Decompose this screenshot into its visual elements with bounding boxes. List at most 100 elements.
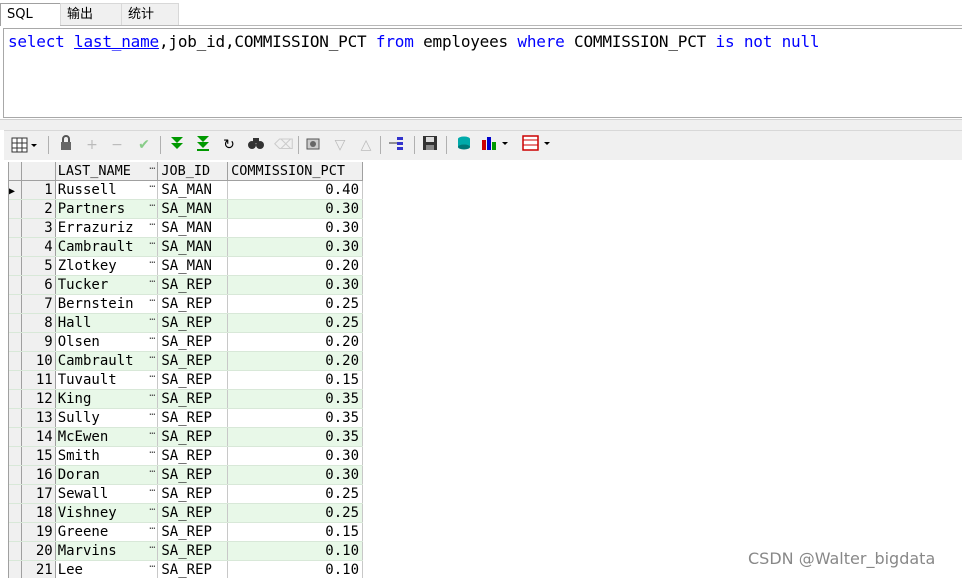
filter-up-icon[interactable]: △: [356, 135, 376, 155]
cell-commission-pct[interactable]: 0.30: [227, 237, 363, 257]
cell-commission-pct[interactable]: 0.25: [227, 484, 363, 504]
cell-job-id[interactable]: SA_REP: [157, 313, 229, 333]
cell-commission-pct[interactable]: 0.25: [227, 294, 363, 314]
row-indicator[interactable]: [9, 199, 22, 219]
cell-job-id[interactable]: SA_REP: [157, 332, 229, 352]
row-indicator[interactable]: [9, 389, 22, 409]
cell-ellipsis-button[interactable]: …: [149, 333, 155, 343]
cell-commission-pct[interactable]: 0.30: [227, 199, 363, 219]
cell-ellipsis-button[interactable]: …: [149, 523, 155, 533]
row-indicator[interactable]: [9, 465, 22, 485]
table-row[interactable]: 21 Lee … SA_REP 0.10: [9, 560, 363, 578]
cell-commission-pct[interactable]: 0.30: [227, 275, 363, 295]
cell-job-id[interactable]: SA_MAN: [157, 180, 229, 200]
splitter[interactable]: [0, 119, 962, 130]
row-indicator[interactable]: [9, 427, 22, 447]
cell-commission-pct[interactable]: 0.10: [227, 560, 363, 578]
cell-commission-pct[interactable]: 0.40: [227, 180, 363, 200]
cell-job-id[interactable]: SA_MAN: [157, 256, 229, 276]
cell-ellipsis-button[interactable]: …: [149, 485, 155, 495]
add-record-icon[interactable]: +: [82, 135, 102, 155]
cell-ellipsis-button[interactable]: …: [149, 219, 155, 229]
row-indicator[interactable]: [9, 484, 22, 504]
table-row[interactable]: 19 Greene … SA_REP 0.15: [9, 522, 363, 542]
cell-last-name[interactable]: McEwen…: [55, 427, 159, 447]
cell-ellipsis-button[interactable]: …: [149, 352, 155, 362]
cell-last-name[interactable]: Partners…: [55, 199, 159, 219]
cell-last-name[interactable]: Doran…: [55, 465, 159, 485]
cell-commission-pct[interactable]: 0.25: [227, 313, 363, 333]
table-row[interactable]: 12 King … SA_REP 0.35: [9, 389, 363, 409]
cell-last-name[interactable]: Greene…: [55, 522, 159, 542]
table-row[interactable]: 7 Bernstein … SA_REP 0.25: [9, 294, 363, 314]
cell-last-name[interactable]: Olsen…: [55, 332, 159, 352]
cell-ellipsis-button[interactable]: …: [149, 257, 155, 267]
result-grid[interactable]: LAST_NAME… JOB_ID COMMISSION_PCT ▶ 1 Russe…: [8, 162, 363, 578]
cell-last-name[interactable]: King…: [55, 389, 159, 409]
cell-job-id[interactable]: SA_REP: [157, 503, 229, 523]
cell-ellipsis-button[interactable]: …: [149, 542, 155, 552]
grid-view-icon[interactable]: [10, 135, 38, 155]
clear-icon[interactable]: ⌫: [274, 135, 294, 155]
cell-ellipsis-button[interactable]: …: [149, 181, 155, 191]
fetch-last-icon[interactable]: [193, 135, 213, 155]
cell-last-name[interactable]: Sully…: [55, 408, 159, 428]
table-row[interactable]: 11 Tuvault … SA_REP 0.15: [9, 370, 363, 390]
row-indicator[interactable]: [9, 313, 22, 333]
cell-ellipsis-button[interactable]: …: [149, 276, 155, 286]
row-indicator[interactable]: [9, 560, 22, 578]
row-indicator[interactable]: [9, 503, 22, 523]
cell-ellipsis-button[interactable]: …: [149, 504, 155, 514]
cell-job-id[interactable]: SA_REP: [157, 484, 229, 504]
header-commission-pct[interactable]: COMMISSION_PCT: [227, 162, 363, 181]
cell-commission-pct[interactable]: 0.15: [227, 370, 363, 390]
cell-commission-pct[interactable]: 0.30: [227, 446, 363, 466]
cell-last-name[interactable]: Russell…: [55, 180, 159, 200]
tab-sql[interactable]: SQL: [0, 3, 62, 26]
table-row[interactable]: 17 Sewall … SA_REP 0.25: [9, 484, 363, 504]
cell-commission-pct[interactable]: 0.35: [227, 427, 363, 447]
tab-output[interactable]: 输出: [60, 3, 122, 25]
export-icon[interactable]: [386, 135, 406, 155]
table-row[interactable]: 9 Olsen … SA_REP 0.20: [9, 332, 363, 352]
cell-job-id[interactable]: SA_REP: [157, 560, 229, 578]
cell-commission-pct[interactable]: 0.30: [227, 218, 363, 238]
cell-job-id[interactable]: SA_REP: [157, 294, 229, 314]
cell-ellipsis-button[interactable]: …: [149, 409, 155, 419]
cell-last-name[interactable]: Tuvault…: [55, 370, 159, 390]
cell-commission-pct[interactable]: 0.20: [227, 332, 363, 352]
find-icon[interactable]: [246, 135, 266, 155]
table-row[interactable]: 13 Sully … SA_REP 0.35: [9, 408, 363, 428]
cell-ellipsis-button[interactable]: …: [149, 561, 155, 571]
cell-ellipsis-button[interactable]: …: [149, 447, 155, 457]
cell-ellipsis-button[interactable]: …: [149, 428, 155, 438]
cell-ellipsis-button[interactable]: …: [149, 238, 155, 248]
cell-last-name[interactable]: Marvins…: [55, 541, 159, 561]
row-indicator[interactable]: ▶: [9, 180, 22, 200]
cell-last-name[interactable]: Hall…: [55, 313, 159, 333]
cell-commission-pct[interactable]: 0.10: [227, 541, 363, 561]
refresh-icon[interactable]: ↻: [219, 135, 239, 155]
cell-job-id[interactable]: SA_REP: [157, 370, 229, 390]
cell-last-name[interactable]: Sewall…: [55, 484, 159, 504]
table-row[interactable]: 8 Hall … SA_REP 0.25: [9, 313, 363, 333]
cell-commission-pct[interactable]: 0.35: [227, 408, 363, 428]
table-row[interactable]: 6 Tucker … SA_REP 0.30: [9, 275, 363, 295]
cell-job-id[interactable]: SA_REP: [157, 389, 229, 409]
row-indicator[interactable]: [9, 408, 22, 428]
row-indicator[interactable]: [9, 446, 22, 466]
cell-job-id[interactable]: SA_REP: [157, 465, 229, 485]
tab-statistics[interactable]: 统计: [121, 3, 179, 25]
database-icon[interactable]: [454, 135, 474, 155]
cell-last-name[interactable]: Errazuriz…: [55, 218, 159, 238]
query-by-example-icon[interactable]: [304, 135, 324, 155]
table-row[interactable]: 18 Vishney … SA_REP 0.25: [9, 503, 363, 523]
table-row[interactable]: 4 Cambrault … SA_MAN 0.30: [9, 237, 363, 257]
cell-job-id[interactable]: SA_REP: [157, 408, 229, 428]
save-icon[interactable]: [420, 135, 440, 155]
table-row[interactable]: 14 McEwen … SA_REP 0.35: [9, 427, 363, 447]
row-indicator[interactable]: [9, 370, 22, 390]
cell-last-name[interactable]: Lee…: [55, 560, 159, 578]
table-row[interactable]: 2 Partners … SA_MAN 0.30: [9, 199, 363, 219]
table-row[interactable]: 10 Cambrault … SA_REP 0.20: [9, 351, 363, 371]
